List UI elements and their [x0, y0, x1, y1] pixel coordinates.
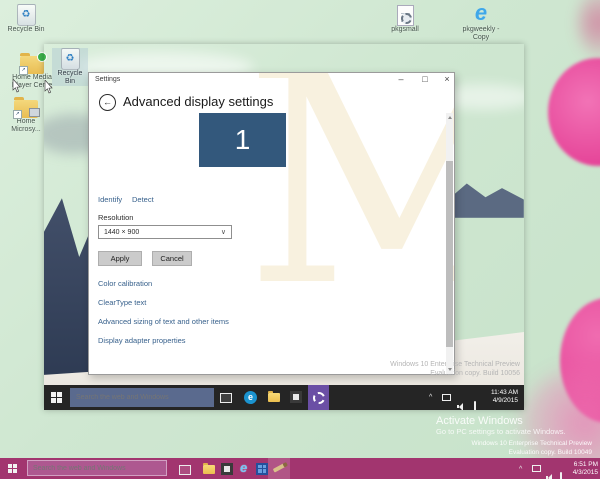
scrollbar-thumb[interactable] — [446, 161, 453, 347]
desktop-icon-label: Home — [17, 118, 36, 126]
resolution-label: Resolution — [98, 213, 133, 222]
chevron-down-icon: ∨ — [221, 228, 226, 236]
device-badge-icon — [29, 108, 40, 117]
resolution-dropdown[interactable]: 1440 × 900 ∨ — [98, 225, 232, 239]
tray-time: 6:51 PM — [573, 461, 598, 469]
blue-tiles-app-icon[interactable] — [256, 463, 268, 475]
search-input[interactable] — [70, 388, 214, 407]
action-center-icon[interactable] — [560, 472, 562, 479]
desktop-icon-label: Recycle Bin — [8, 26, 45, 34]
start-button[interactable] — [51, 392, 62, 403]
identify-link[interactable]: Identify — [98, 195, 122, 204]
detect-link[interactable]: Detect — [132, 195, 154, 204]
inner-taskbar: e ^ 11:43 AM 4/9/2015 — [44, 385, 524, 410]
resolution-value: 1440 × 900 — [104, 229, 139, 236]
network-icon[interactable] — [442, 394, 451, 401]
tray-clock[interactable]: 11:43 AM 4/9/2015 — [491, 389, 518, 405]
apply-button[interactable]: Apply — [98, 251, 142, 266]
action-center-icon[interactable] — [474, 401, 476, 410]
blossom-shape — [538, 172, 600, 304]
recycle-bin-icon: ♻ — [17, 4, 36, 26]
scroll-up-icon[interactable] — [448, 116, 452, 119]
desktop: ♻ Recycle Bin ↗ Home Media Player Cente … — [0, 0, 600, 479]
tray-time: 11:43 AM — [491, 389, 518, 397]
folder-icon: ↗ — [14, 100, 38, 118]
outer-build-watermark: Windows 10 Enterprise Technical Preview … — [471, 440, 592, 457]
internet-explorer-icon: e — [475, 0, 487, 26]
page-title: Advanced display settings — [123, 94, 273, 109]
shortcut-arrow-icon: ↗ — [13, 110, 22, 119]
store-app-icon[interactable] — [221, 463, 233, 475]
color-calibration-link[interactable]: Color calibration — [98, 279, 152, 288]
mouse-cursor — [12, 79, 21, 93]
recycle-glyph: ♻ — [22, 10, 31, 20]
monitor-number: 1 — [235, 124, 251, 156]
settings-app-active[interactable] — [308, 385, 329, 410]
file-explorer-icon[interactable] — [203, 465, 215, 474]
displayed-screenshot-image: ♻ Recycle Bin M Settings – □ × ← Advance… — [44, 44, 524, 410]
search-input[interactable] — [27, 460, 167, 476]
recycle-bin-icon: ♻ — [61, 48, 80, 70]
shortcut-arrow-icon: ↗ — [19, 66, 28, 75]
desktop-icon-ie-shortcut[interactable]: e pkgweekly - Copy — [458, 0, 504, 42]
internet-explorer-icon[interactable]: e — [240, 460, 247, 475]
chevron-up-icon[interactable]: ^ — [429, 394, 432, 401]
desktop-icon-second-folder[interactable]: ↗ Home Microsy... — [4, 100, 48, 134]
settings-window: M Settings – □ × ← Advanced display sett… — [88, 72, 455, 375]
maximize-button[interactable]: □ — [417, 73, 433, 87]
vertical-scrollbar[interactable] — [446, 113, 453, 374]
close-button[interactable]: × — [439, 73, 455, 87]
window-title: Settings — [95, 76, 120, 83]
tray-date: 4/9/2015 — [491, 397, 518, 405]
scroll-down-icon[interactable] — [448, 368, 452, 371]
document-gear-icon — [397, 5, 414, 26]
cancel-button[interactable]: Cancel — [152, 251, 192, 266]
mouse-cursor — [44, 80, 53, 94]
paint-brush-icon — [273, 463, 285, 472]
chevron-up-icon[interactable]: ^ — [519, 466, 522, 473]
file-explorer-icon[interactable] — [268, 393, 280, 402]
image-viewer-app-active[interactable] — [268, 458, 290, 479]
desktop-icon-recycle-bin[interactable]: ♻ Recycle Bin — [6, 4, 46, 34]
blossom-glow — [578, 0, 600, 58]
task-view-icon[interactable] — [220, 393, 232, 403]
task-view-icon[interactable] — [179, 465, 191, 475]
outer-taskbar: e ^ 6:51 PM 4/3/2015 — [0, 458, 600, 479]
blossom-shape — [548, 58, 600, 166]
recycle-glyph: ♻ — [66, 54, 75, 64]
desktop-icon-label: Recycle Bin — [52, 70, 88, 86]
tray-clock[interactable]: 6:51 PM 4/3/2015 — [573, 461, 598, 477]
start-button[interactable] — [8, 464, 17, 473]
store-app-icon[interactable] — [290, 391, 302, 403]
activate-windows-watermark: Activate Windows Go to PC settings to ac… — [436, 415, 566, 436]
desktop-icon-label: Microsy... — [11, 126, 40, 134]
monitor-preview[interactable]: 1 — [199, 113, 286, 167]
back-button[interactable]: ← — [99, 94, 116, 111]
inner-desktop-icon-recycle-bin[interactable]: ♻ Recycle Bin — [52, 48, 88, 86]
display-adapter-link[interactable]: Display adapter properties — [98, 336, 186, 345]
gear-icon — [313, 392, 325, 404]
desktop-icon-pkg-doc[interactable]: pkgsmall — [385, 5, 425, 34]
desktop-icon-label: Copy — [473, 34, 489, 42]
folder-icon: ↗ — [20, 56, 44, 74]
edge-browser-icon[interactable]: e — [244, 391, 257, 404]
minimize-button[interactable]: – — [393, 73, 409, 87]
tray-date: 4/3/2015 — [573, 469, 598, 477]
desktop-icon-label: pkgweekly - — [463, 26, 500, 34]
network-icon[interactable] — [532, 465, 541, 472]
desktop-icon-label: pkgsmall — [391, 26, 419, 34]
advanced-sizing-link[interactable]: Advanced sizing of text and other items — [98, 317, 229, 326]
cleartype-link[interactable]: ClearType text — [98, 298, 146, 307]
